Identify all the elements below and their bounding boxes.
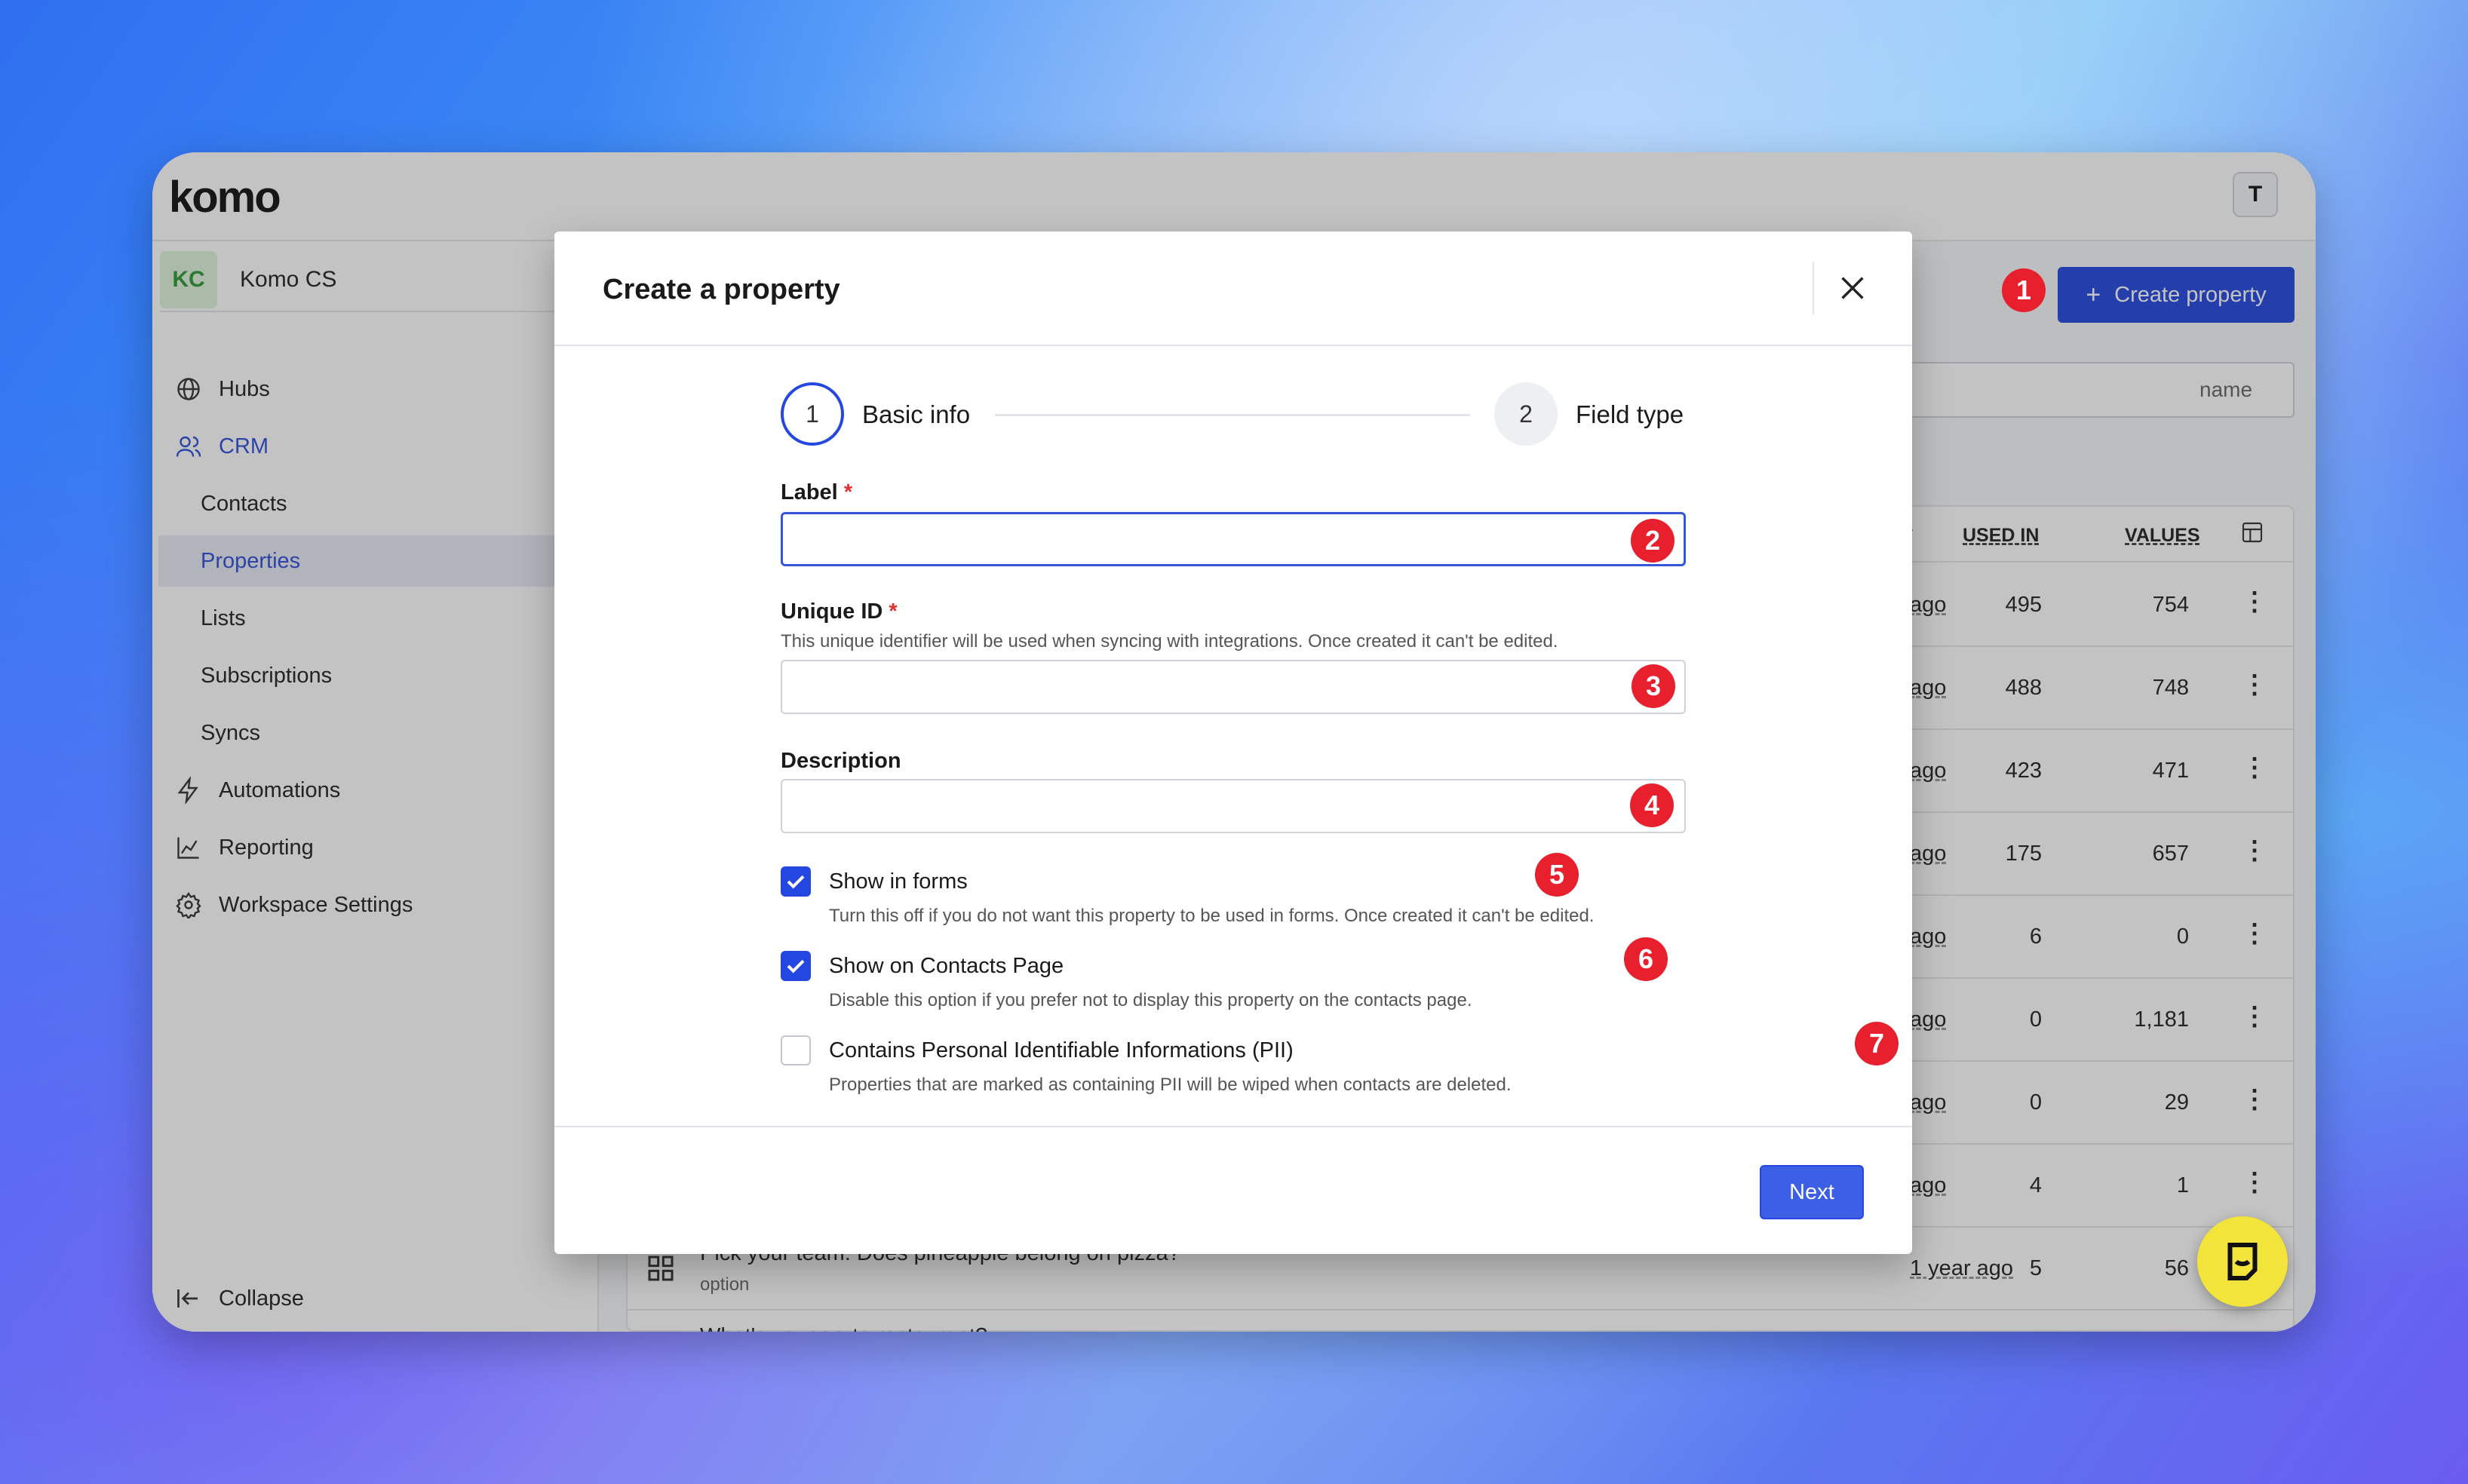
annotation-badge-6: 6 bbox=[1624, 937, 1668, 981]
annotation-badge-4: 4 bbox=[1630, 783, 1674, 827]
modal-title: Create a property bbox=[603, 274, 840, 305]
description-input[interactable]: 4 bbox=[781, 779, 1686, 833]
annotation-badge-1: 1 bbox=[2002, 268, 2046, 312]
chat-icon bbox=[2227, 1242, 2258, 1281]
modal-header: Create a property bbox=[554, 231, 1912, 346]
next-button[interactable]: Next bbox=[1760, 1165, 1864, 1219]
pii-help: Properties that are marked as containing… bbox=[829, 1075, 1512, 1095]
annotation-badge-2: 2 bbox=[1631, 519, 1674, 563]
step-2-label: Field type bbox=[1576, 400, 1684, 428]
label-input[interactable]: 2 bbox=[781, 512, 1686, 566]
chat-help-button[interactable] bbox=[2197, 1216, 2288, 1307]
description-field-label: Description bbox=[781, 749, 901, 773]
stepper: 1 Basic info 2 Field type bbox=[781, 382, 1686, 447]
show-on-contacts-checkbox[interactable] bbox=[781, 951, 811, 981]
unique-id-field-label: Unique ID * bbox=[781, 599, 898, 624]
show-in-forms-label: Show in forms bbox=[829, 869, 968, 894]
create-property-modal: Create a property 1 Basic info 2 Field t… bbox=[554, 231, 1912, 1254]
unique-id-help: This unique identifier will be used when… bbox=[781, 631, 1558, 652]
unique-id-input[interactable]: 3 bbox=[781, 660, 1686, 714]
annotation-badge-3: 3 bbox=[1632, 664, 1675, 708]
show-in-forms-checkbox[interactable] bbox=[781, 866, 811, 897]
step-1-circle: 1 bbox=[781, 382, 844, 446]
header-divider bbox=[1813, 262, 1814, 314]
show-on-contacts-help: Disable this option if you prefer not to… bbox=[829, 990, 1472, 1010]
pii-checkbox[interactable] bbox=[781, 1035, 811, 1065]
label-field-label: Label * bbox=[781, 480, 853, 504]
modal-footer: Next bbox=[554, 1126, 1912, 1254]
show-on-contacts-label: Show on Contacts Page bbox=[829, 954, 1064, 978]
pii-label: Contains Personal Identifiable Informati… bbox=[829, 1038, 1294, 1062]
step-2-circle: 2 bbox=[1494, 382, 1558, 446]
show-in-forms-help: Turn this off if you do not want this pr… bbox=[829, 906, 1595, 926]
annotation-badge-5: 5 bbox=[1535, 853, 1579, 897]
step-1-label: Basic info bbox=[862, 400, 971, 428]
step-connector bbox=[995, 414, 1470, 416]
annotation-badge-7: 7 bbox=[1855, 1022, 1899, 1065]
close-icon[interactable] bbox=[1835, 271, 1870, 305]
